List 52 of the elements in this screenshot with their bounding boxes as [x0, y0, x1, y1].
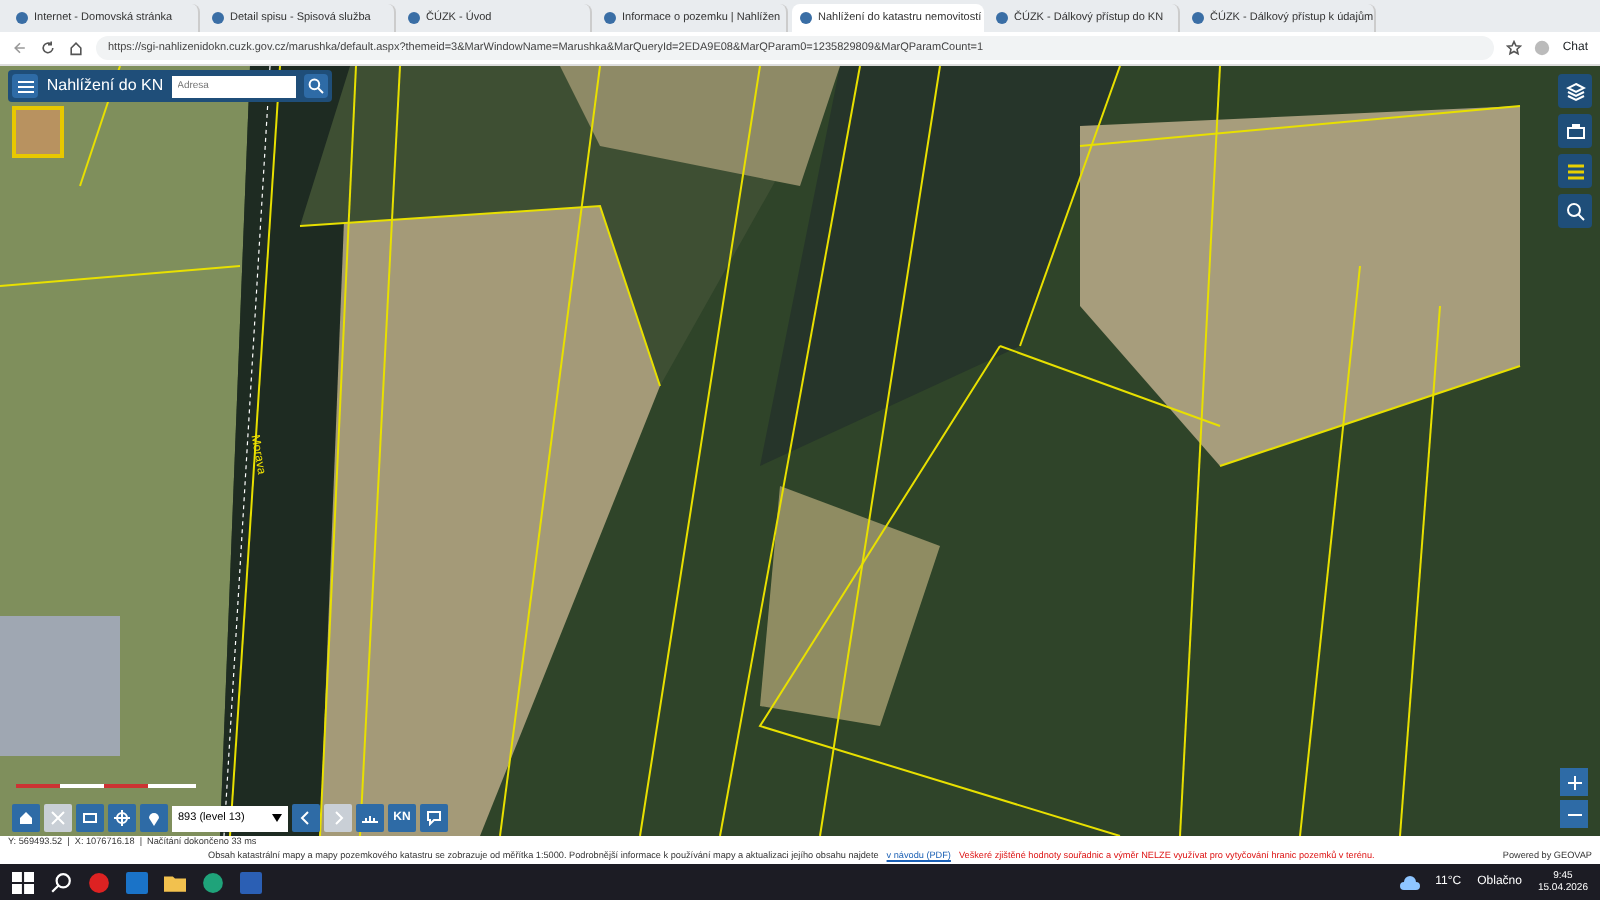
favicon-icon	[800, 12, 812, 24]
back-icon[interactable]	[12, 40, 28, 56]
cloud-icon	[1399, 875, 1420, 889]
rectangle-icon	[82, 810, 98, 826]
caret-icon	[272, 814, 282, 822]
document-app-icon[interactable]	[240, 871, 262, 893]
search-button[interactable]	[1558, 194, 1592, 228]
favicon-icon	[604, 12, 616, 24]
app-title: Nahlížení do KN	[46, 74, 164, 98]
menu-button[interactable]	[12, 74, 39, 98]
identify-button[interactable]	[420, 804, 448, 832]
windows-start-icon[interactable]	[12, 871, 34, 893]
reload-icon[interactable]	[40, 40, 56, 56]
folder-icon[interactable]	[164, 871, 186, 893]
back-button[interactable]	[292, 804, 320, 832]
zoom-out-button[interactable]	[1560, 800, 1588, 828]
mail-app-icon[interactable]	[126, 871, 148, 893]
favicon-icon	[408, 12, 420, 24]
search-button[interactable]	[303, 74, 328, 98]
chevron-left-icon	[298, 810, 314, 826]
layers-icon	[1565, 81, 1585, 101]
legend-button[interactable]	[1558, 154, 1592, 188]
zoom-window-button[interactable]	[76, 804, 104, 832]
home-button[interactable]	[12, 804, 40, 832]
crosshair-icon	[114, 810, 130, 826]
print-button[interactable]	[1558, 114, 1592, 148]
zoom-in-button[interactable]	[1560, 768, 1588, 796]
marker-button[interactable]	[140, 804, 168, 832]
plus-icon	[1567, 775, 1581, 789]
favicon-icon	[16, 12, 28, 24]
favicon-icon	[212, 12, 224, 24]
speech-bubble-icon	[426, 810, 442, 826]
browser-icon[interactable]	[202, 871, 224, 893]
home-icon	[18, 810, 34, 826]
table-icon	[1565, 161, 1585, 181]
app-icon[interactable]	[88, 871, 110, 893]
menu-icon	[17, 79, 34, 93]
star-icon[interactable]	[1506, 40, 1523, 56]
printer-icon	[1565, 121, 1585, 141]
favicon-icon	[996, 12, 1008, 24]
measure-button[interactable]	[356, 804, 384, 832]
ruler-icon	[362, 810, 378, 826]
layers-button[interactable]	[1558, 74, 1592, 108]
home-icon[interactable]	[68, 40, 84, 56]
pin-icon	[146, 810, 162, 826]
chevron-right-icon	[330, 810, 346, 826]
search-icon	[1565, 201, 1585, 221]
search-icon[interactable]	[50, 871, 72, 893]
basemap-thumbnail[interactable]	[12, 106, 64, 158]
search-icon	[307, 78, 324, 94]
locate-button[interactable]	[108, 804, 136, 832]
favicon-icon	[1192, 12, 1204, 24]
